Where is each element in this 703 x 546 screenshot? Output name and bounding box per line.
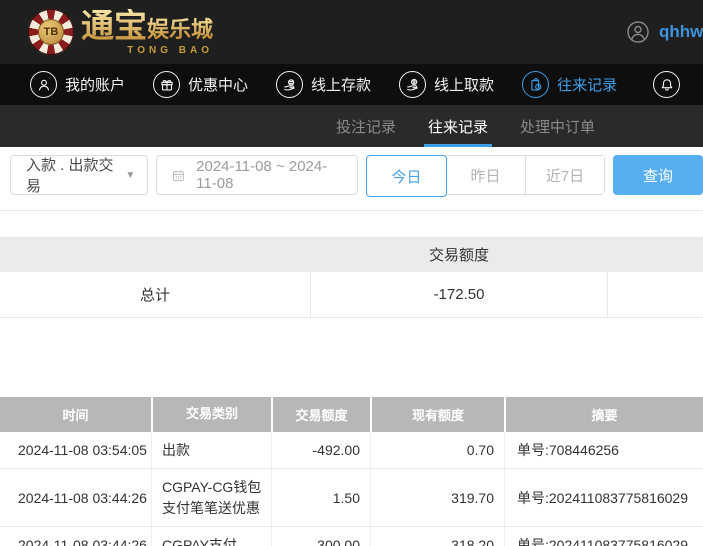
- chevron-down-icon: ▼: [125, 170, 135, 181]
- col-header-time: 时间: [0, 397, 151, 432]
- nav-item-online-withdraw[interactable]: 线上取款: [399, 71, 494, 98]
- calendar-icon: [171, 167, 186, 184]
- gift-icon: [153, 71, 180, 98]
- table-row: 2024-11-08 03:54:05 出款 -492.00 0.70 单号:7…: [0, 432, 703, 469]
- bell-icon: [653, 71, 680, 98]
- tab-label: 往来记录: [428, 116, 488, 137]
- col-header-amount: 交易额度: [271, 397, 370, 432]
- quick-btn-label: 今日: [391, 166, 421, 187]
- quick-date-group: 今日 昨日 近7日: [366, 155, 605, 195]
- summary-total-label: 总计: [0, 284, 310, 305]
- tab-label: 投注记录: [336, 116, 396, 137]
- cell-type: CGPAY支付: [151, 527, 271, 546]
- records-icon: [522, 71, 549, 98]
- summary-table: 交易额度 总计 -172.50: [0, 237, 703, 318]
- cell-type: 出款: [151, 432, 271, 468]
- nav-item-promotions[interactable]: 优惠中心: [153, 71, 248, 98]
- quick-btn-last-7-days[interactable]: 近7日: [525, 156, 604, 194]
- transaction-type-select[interactable]: 入款 . 出款交易 ▼: [10, 155, 148, 195]
- nav-item-label: 线上存款: [311, 74, 371, 95]
- poker-chip-icon: TB: [28, 9, 74, 55]
- top-header: TB 通宝娱乐城 TONG BAO qhhwz: [0, 0, 703, 64]
- summary-total-value: -172.50: [310, 272, 608, 317]
- table-row: 2024-11-08 03:44:26 CGPAY支付 300.00 318.2…: [0, 527, 703, 546]
- tab-label: 处理中订单: [520, 116, 595, 137]
- username-text: qhhwz: [659, 22, 703, 42]
- nav-item-my-account[interactable]: 我的账户: [30, 71, 125, 98]
- nav-item-label: 我的账户: [65, 74, 125, 95]
- user-account[interactable]: qhhwz: [626, 0, 703, 64]
- cell-balance: 318.20: [370, 527, 504, 546]
- quick-btn-today[interactable]: 今日: [366, 155, 447, 197]
- table-row: 2024-11-08 03:44:26 CGPAY-CG钱包支付笔笔送优惠 1.…: [0, 469, 703, 527]
- brand-title-en: TONG BAO: [127, 46, 213, 56]
- table-header-row: 时间 交易类别 交易额度 现有额度 摘要: [0, 397, 703, 432]
- nav-item-label: 线上取款: [434, 74, 494, 95]
- cell-amount: 1.50: [271, 469, 370, 526]
- cell-memo: 单号:708446256: [504, 432, 703, 468]
- user-icon: [30, 71, 57, 98]
- cell-time: 2024-11-08 03:44:26: [0, 527, 151, 546]
- cell-amount: 300.00: [271, 527, 370, 546]
- nav-item-transaction-records[interactable]: 往来记录: [522, 71, 617, 98]
- summary-total-row: 总计 -172.50: [0, 272, 703, 318]
- cell-time: 2024-11-08 03:44:26: [0, 469, 151, 526]
- tab-pending-orders[interactable]: 处理中订单: [520, 105, 595, 147]
- active-tab-underline: [424, 144, 492, 147]
- cell-time: 2024-11-08 03:54:05: [0, 432, 151, 468]
- tab-transaction-records[interactable]: 往来记录: [428, 105, 488, 147]
- user-avatar-icon: [626, 20, 650, 44]
- brand-title-main: 通宝: [81, 9, 147, 45]
- nav-item-label: 往来记录: [557, 74, 617, 95]
- withdraw-icon: [399, 71, 426, 98]
- brand-logo[interactable]: TB 通宝娱乐城 TONG BAO: [28, 9, 213, 55]
- quick-btn-label: 近7日: [546, 165, 584, 186]
- summary-header-row: 交易额度: [0, 237, 703, 272]
- search-button[interactable]: 查询: [613, 155, 703, 195]
- col-header-memo: 摘要: [504, 397, 703, 432]
- brand-title: 通宝娱乐城 TONG BAO: [81, 11, 213, 54]
- cell-amount: -492.00: [271, 432, 370, 468]
- chip-label: TB: [38, 19, 64, 45]
- quick-btn-label: 昨日: [470, 165, 500, 186]
- summary-header-label: 交易额度: [310, 244, 608, 265]
- transaction-type-value: 入款 . 出款交易: [26, 154, 125, 196]
- nav-item-label: 优惠中心: [188, 74, 248, 95]
- cell-balance: 319.70: [370, 469, 504, 526]
- cell-memo: 单号:202411083775816029: [504, 469, 703, 526]
- nav-item-online-deposit[interactable]: 线上存款: [276, 71, 371, 98]
- transactions-table: 时间 交易类别 交易额度 现有额度 摘要 2024-11-08 03:54:05…: [0, 397, 703, 546]
- quick-btn-yesterday[interactable]: 昨日: [446, 156, 525, 194]
- date-range-picker[interactable]: 2024-11-08 ~ 2024-11-08: [156, 155, 358, 195]
- cell-type: CGPAY-CG钱包支付笔笔送优惠: [151, 469, 271, 526]
- section-divider: [0, 210, 703, 211]
- cell-memo: 单号:202411083775816029: [504, 527, 703, 546]
- date-range-value: 2024-11-08 ~ 2024-11-08: [196, 158, 343, 192]
- cell-balance: 0.70: [370, 432, 504, 468]
- deposit-icon: [276, 71, 303, 98]
- nav-item-notifications[interactable]: [653, 71, 680, 98]
- sub-nav: 投注记录 往来记录 处理中订单: [0, 105, 703, 147]
- col-header-balance: 现有额度: [370, 397, 504, 432]
- tab-betting-records[interactable]: 投注记录: [336, 105, 396, 147]
- main-nav: 我的账户 优惠中心 线上存款 线上取款 往来记录: [0, 64, 703, 105]
- col-header-type: 交易类别: [151, 397, 271, 432]
- brand-title-sub: 娱乐城: [147, 17, 213, 42]
- filter-bar: 入款 . 出款交易 ▼ 2024-11-08 ~ 2024-11-08 今日 昨…: [10, 155, 703, 195]
